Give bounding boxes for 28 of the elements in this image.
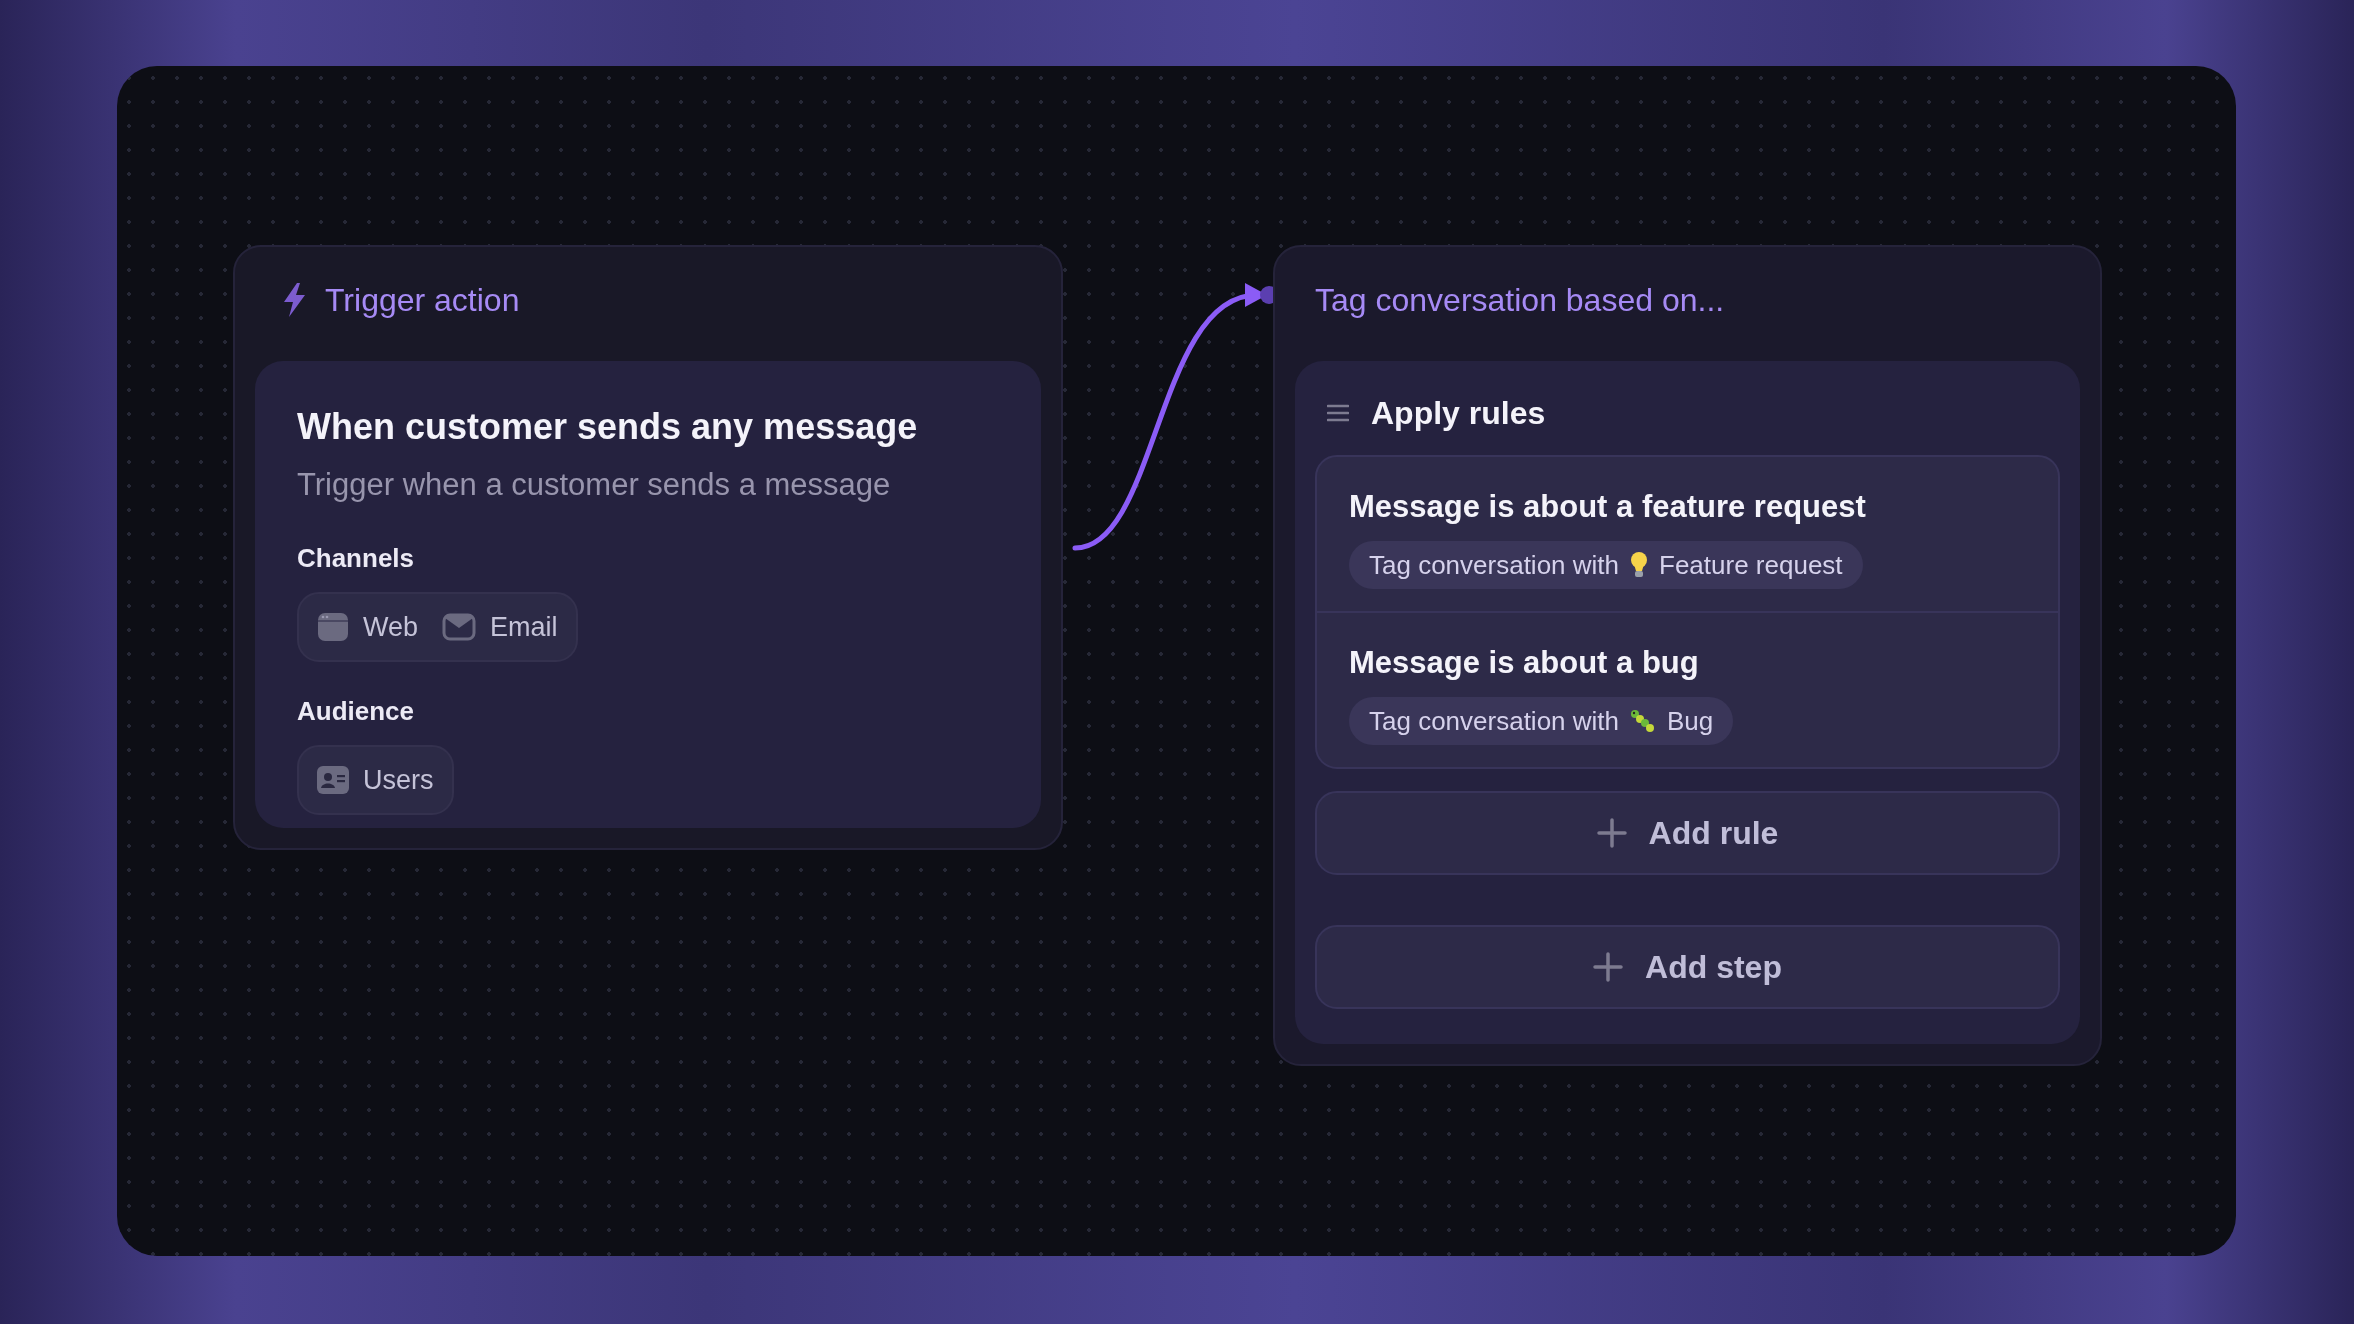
trigger-title: When customer sends any message [297, 405, 919, 449]
add-step-button[interactable]: Add step [1315, 925, 2060, 1009]
rule-title: Message is about a feature request [1349, 488, 1867, 526]
menu-icon[interactable] [1327, 404, 1349, 422]
browser-window-icon [317, 611, 349, 643]
envelope-icon [442, 612, 477, 642]
plus-icon [1593, 952, 1624, 982]
trigger-description: Trigger when a customer sends a message [297, 466, 892, 504]
tag-label: Feature request [1659, 548, 1843, 582]
card-header-title: Tag conversation based on... [1315, 281, 1725, 320]
contact-card-icon [317, 766, 349, 794]
plus-icon [1596, 818, 1627, 848]
chip-label: Users [363, 763, 434, 797]
tag-action-text: Tag conversation with [1369, 704, 1620, 738]
tag-label: Bug [1667, 704, 1714, 738]
section-label: Audience [297, 695, 416, 728]
chip-label: Web [363, 610, 419, 644]
add-rule-button[interactable]: Add rule [1315, 791, 2060, 875]
lightning-bolt-icon [281, 282, 307, 318]
chip-label: Email [490, 610, 558, 644]
tag-action-text: Tag conversation with [1369, 548, 1620, 582]
card-header-title: Trigger action [325, 281, 520, 320]
lightbulb-icon [1629, 551, 1650, 579]
rules-title: Apply rules [1371, 394, 1546, 433]
rule-title: Message is about a bug [1349, 644, 1700, 682]
section-label: Channels [297, 542, 416, 575]
rule-row[interactable]: Message is about a bug Tag conversation with Bug [1317, 611, 2058, 767]
rule-row[interactable]: Message is about a feature request Tag conversation with Feature request [1317, 457, 2058, 611]
